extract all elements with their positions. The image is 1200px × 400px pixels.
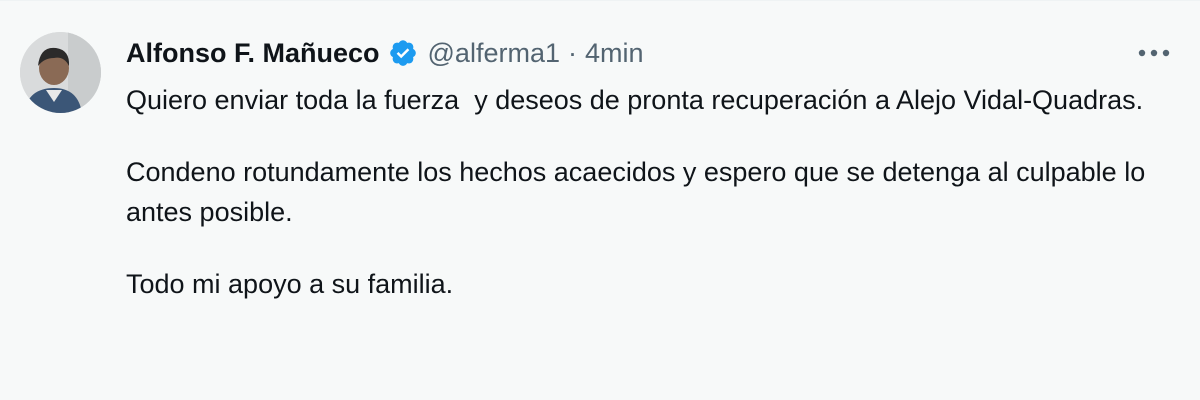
tweet-content: Alfonso F. Mañueco @alferma1 · 4min Quie… (126, 30, 1166, 304)
more-options-button[interactable] (1132, 36, 1176, 70)
tweet-paragraph: Quiero enviar toda la fuerza y deseos de… (126, 85, 1144, 115)
tweet-header: Alfonso F. Mañueco @alferma1 · 4min (126, 30, 1166, 76)
more-horizontal-icon (1138, 49, 1170, 57)
avatar[interactable] (20, 32, 101, 113)
tweet-paragraph: Todo mi apoyo a su familia. (126, 269, 454, 299)
tweet-paragraph: Condeno rotundamente los hechos acaecido… (126, 157, 1153, 227)
header-separator: · (567, 37, 577, 68)
tweet-text: Quiero enviar toda la fuerza y deseos de… (126, 80, 1166, 304)
author-handle[interactable]: @alferma1 (428, 38, 560, 69)
author-display-name[interactable]: Alfonso F. Mañueco (126, 38, 380, 69)
top-divider (0, 0, 1200, 1)
tweet-timestamp[interactable]: 4min (585, 38, 644, 69)
verified-badge-icon (388, 38, 418, 68)
avatar-photo (20, 32, 101, 113)
tweet[interactable]: Alfonso F. Mañueco @alferma1 · 4min Quie… (0, 0, 1200, 400)
